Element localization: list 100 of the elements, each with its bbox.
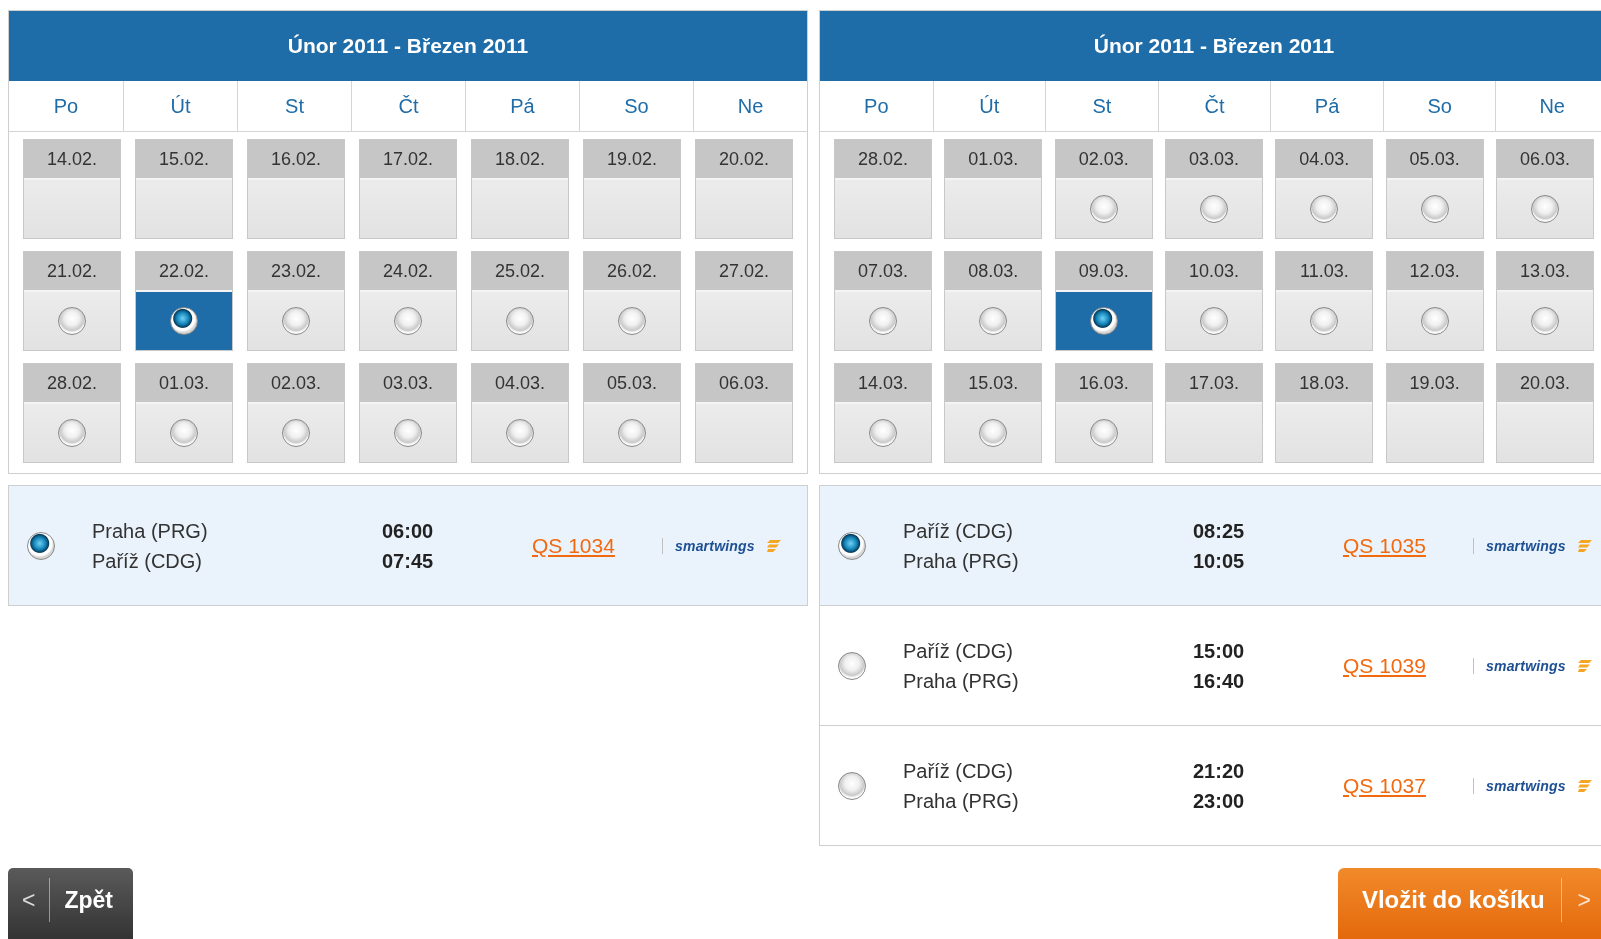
arrival-airport: Praha (PRG) [903, 788, 1020, 814]
radio-button[interactable] [1200, 195, 1228, 223]
weekday-label: Čt [1157, 81, 1271, 131]
radio-button[interactable] [1420, 307, 1449, 335]
day-date: 16.02. [248, 140, 344, 180]
flag-icon [1577, 779, 1592, 792]
day-date: 01.03. [136, 364, 232, 404]
radio-button[interactable] [282, 419, 310, 447]
day-date: 03.03. [1166, 140, 1262, 180]
day-date: 14.03. [835, 364, 931, 404]
day-date: 18.02. [472, 140, 568, 180]
day-date: 12.03. [1386, 252, 1483, 292]
day-date: 09.03. [1055, 252, 1152, 292]
day-date: 15.03. [945, 364, 1042, 404]
day-date: 13.03. [1496, 252, 1593, 292]
weekday-label: Pá [1270, 81, 1383, 131]
day-date: 17.03. [1166, 364, 1262, 404]
arrival-airport: Praha (PRG) [903, 548, 1020, 574]
day-date: 20.03. [1496, 364, 1593, 404]
day-date: 02.03. [248, 364, 344, 404]
radio-button[interactable] [838, 531, 866, 560]
weekday-label: Út [123, 81, 237, 131]
calendar-title: Únor 2011 - Březen 2011 [9, 11, 807, 81]
weekday-label: St [1045, 81, 1158, 131]
weekday-label: Po [52, 93, 80, 119]
radio-button[interactable] [506, 307, 534, 335]
radio-button[interactable] [1530, 195, 1559, 223]
weekday-label: So [1382, 81, 1496, 131]
day-date: 04.03. [1276, 140, 1373, 180]
weekday-label: Pá [465, 81, 579, 131]
radio-button[interactable] [1200, 307, 1228, 335]
departure-airport: Paříž (CDG) [903, 518, 1014, 544]
arrival-airport: Praha (PRG) [903, 668, 1020, 694]
airline-logo: smartwings [675, 537, 755, 554]
radio-button[interactable] [170, 307, 198, 335]
day-date: 25.02. [472, 252, 568, 292]
day-date: 28.02. [835, 140, 931, 180]
flag-icon [1577, 539, 1592, 552]
radio-button[interactable] [282, 307, 310, 335]
radio-button[interactable] [170, 419, 198, 447]
day-date: 21.02. [24, 252, 120, 292]
radio-button[interactable] [394, 307, 422, 335]
day-date: 20.02. [696, 140, 792, 180]
radio-button[interactable] [838, 651, 866, 680]
day-date: 08.03. [945, 252, 1042, 292]
weekday-label: Ne [1495, 81, 1601, 131]
radio-button[interactable] [27, 531, 55, 560]
departure-time: 15:00 [1193, 638, 1246, 664]
day-date: 06.03. [1496, 140, 1593, 180]
day-date: 22.02. [136, 252, 232, 292]
back-button[interactable]: < Zpět [8, 868, 133, 939]
day-date: 06.03. [696, 364, 792, 404]
departure-airport: Paříž (CDG) [903, 758, 1014, 784]
airline-logo: smartwings [1486, 657, 1566, 674]
radio-button[interactable] [979, 419, 1008, 447]
day-date: 02.03. [1055, 140, 1152, 180]
day-date: 14.02. [24, 140, 120, 180]
day-date: 23.02. [248, 252, 344, 292]
arrival-time: 10:05 [1193, 548, 1246, 574]
radio-button[interactable] [1530, 307, 1559, 335]
day-date: 19.02. [584, 140, 680, 180]
radio-button[interactable] [1089, 195, 1118, 223]
radio-button[interactable] [618, 419, 646, 447]
departure-time: 21:20 [1193, 758, 1246, 784]
radio-button[interactable] [1089, 307, 1118, 335]
flight-row[interactable]: Praha (PRG) Paříž (CDG) 06:00 07:45 QS 1034 smartwings [9, 486, 807, 605]
day-date: 19.03. [1386, 364, 1483, 404]
weekday-label: Ne [693, 81, 807, 131]
flight-row[interactable]: Paříž (CDG) Praha (PRG) 08:25 10:05 QS 1035 smartwings [820, 486, 1601, 605]
radio-button[interactable] [979, 307, 1008, 335]
day-date: 15.02. [136, 140, 232, 180]
airline-logo: smartwings [1486, 777, 1566, 794]
radio-button[interactable] [1089, 419, 1118, 447]
departure-time: 08:25 [1193, 518, 1246, 544]
arrival-airport: Paříž (CDG) [92, 548, 203, 574]
day-date: 07.03. [835, 252, 931, 292]
arrival-time: 23:00 [1193, 788, 1246, 814]
radio-button[interactable] [58, 419, 86, 447]
day-date: 24.02. [360, 252, 456, 292]
radio-button[interactable] [394, 419, 422, 447]
arrival-time: 16:40 [1193, 668, 1246, 694]
day-date: 05.03. [584, 364, 680, 404]
day-date: 16.03. [1055, 364, 1152, 404]
day-date: 26.02. [584, 252, 680, 292]
radio-button[interactable] [869, 419, 897, 447]
radio-button[interactable] [1310, 195, 1339, 223]
day-date: 17.02. [360, 140, 456, 180]
radio-button[interactable] [838, 771, 866, 800]
day-date: 01.03. [945, 140, 1042, 180]
radio-button[interactable] [1310, 307, 1339, 335]
radio-button[interactable] [618, 307, 646, 335]
radio-button[interactable] [506, 419, 534, 447]
radio-button[interactable] [58, 307, 86, 335]
day-date: 18.03. [1276, 364, 1373, 404]
radio-button[interactable] [1420, 195, 1449, 223]
flag-icon [1577, 659, 1592, 672]
radio-button[interactable] [869, 307, 897, 335]
day-date: 03.03. [360, 364, 456, 404]
arrival-time: 07:45 [382, 548, 435, 574]
weekday-label: Čt [351, 81, 465, 131]
